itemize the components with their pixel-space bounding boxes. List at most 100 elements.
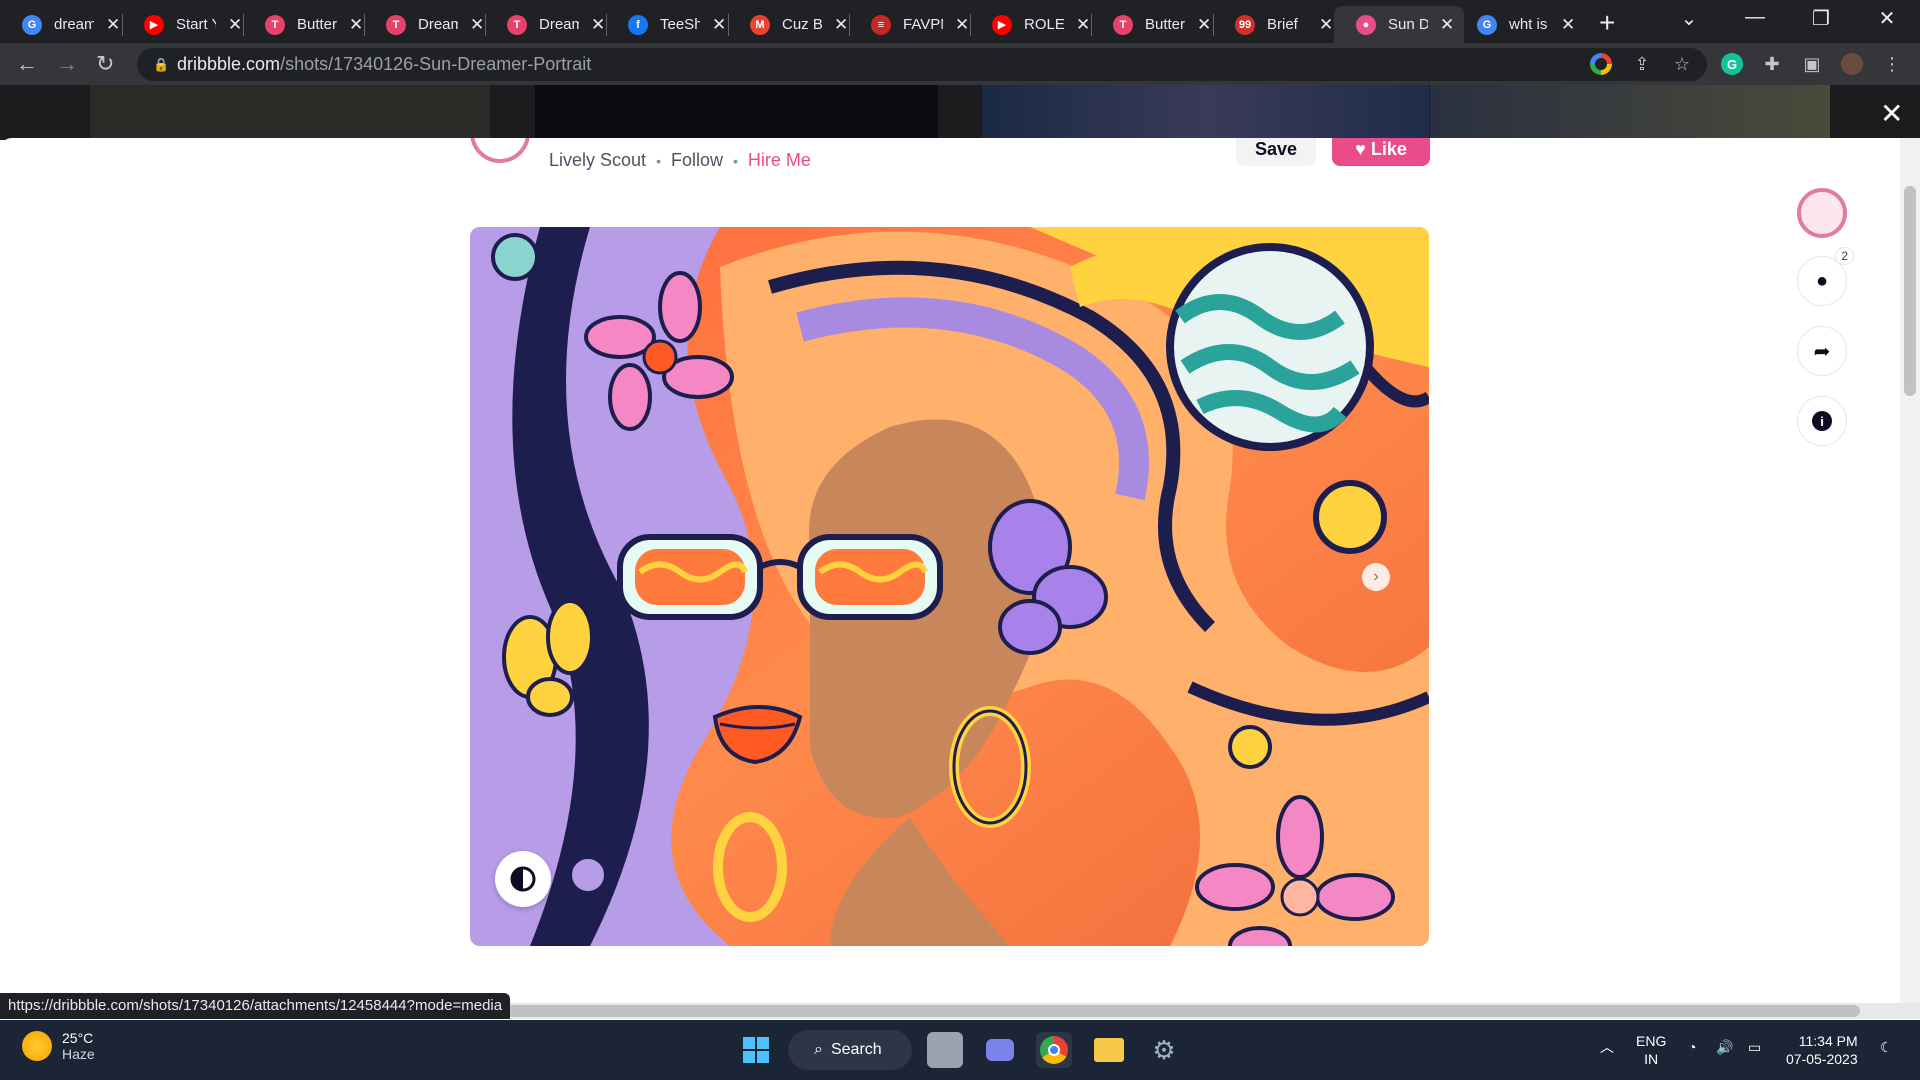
tab-close-icon[interactable]: ✕	[834, 15, 848, 35]
volume-icon[interactable]: 🔊	[1716, 1038, 1733, 1056]
tab-separator	[606, 14, 607, 36]
wifi-icon[interactable]: ◔	[1688, 1038, 1696, 1056]
browser-tab[interactable]: ▶ ROLE ✕	[970, 6, 1100, 43]
tab-separator	[1091, 14, 1092, 36]
settings-gear-icon[interactable]: ⚙	[1146, 1032, 1182, 1068]
comment-bubble-icon: ●	[1815, 269, 1829, 292]
share-icon[interactable]: ⇪	[1631, 53, 1653, 75]
browser-tab[interactable]: ≡ FAVPN ✕	[849, 6, 979, 43]
language-indicator[interactable]: ENG IN	[1636, 1032, 1666, 1068]
back-icon[interactable]: ←	[16, 51, 38, 77]
tab-separator	[1213, 14, 1214, 36]
tab-separator	[849, 14, 850, 36]
taskbar-search[interactable]: ⌕ Search	[788, 1030, 912, 1070]
browser-tab[interactable]: T Dream ✕	[485, 6, 615, 43]
tab-title: Brief	[1267, 16, 1298, 33]
tab-favicon-icon: M	[750, 14, 770, 35]
shot-details-button[interactable]: i	[1797, 396, 1847, 446]
browser-tab[interactable]: T Dream ✕	[364, 6, 494, 43]
file-explorer-icon[interactable]	[1091, 1032, 1127, 1068]
bookmark-star-icon[interactable]: ☆	[1671, 53, 1693, 75]
vertical-scroll-thumb[interactable]	[1904, 186, 1916, 396]
vertical-scrollbar[interactable]	[1900, 138, 1920, 1004]
hire-me-link[interactable]: Hire Me	[748, 150, 811, 171]
side-panel-icon[interactable]: ▣	[1801, 53, 1823, 75]
teams-chat-icon[interactable]	[982, 1032, 1018, 1068]
author-name[interactable]: Lively Scout	[549, 150, 646, 171]
tab-close-icon[interactable]: ✕	[591, 15, 605, 35]
browser-tab[interactable]: Gwht is ✕	[1455, 6, 1585, 43]
tab-separator	[970, 14, 971, 36]
browser-tab-strip: Gdream✕▶Start Y✕TButter✕TDream✕TDream✕fT…	[0, 0, 1920, 43]
share-shot-button[interactable]: ➦	[1797, 326, 1847, 376]
like-button[interactable]: ♥ Like	[1332, 138, 1430, 166]
notifications-icon[interactable]: ☾	[1880, 1038, 1893, 1056]
tab-title: Butter	[1145, 16, 1185, 33]
close-window-icon[interactable]: ✕	[1854, 6, 1920, 31]
contrast-toggle-button[interactable]	[495, 851, 551, 907]
new-tab-button[interactable]: +	[1599, 7, 1615, 39]
task-view-icon[interactable]	[927, 1032, 963, 1068]
browser-tab[interactable]: T Butter ✕	[1091, 6, 1221, 43]
browser-tab[interactable]: ● Sun D ✕	[1334, 6, 1465, 43]
clock[interactable]: 11:34 PM 07-05-2023	[1786, 1032, 1858, 1068]
tab-close-icon[interactable]: ✕	[1561, 15, 1575, 35]
tab-favicon-icon: ●	[1356, 14, 1376, 35]
follow-link[interactable]: Follow	[671, 150, 723, 171]
browser-tab[interactable]: ▶ Start Y ✕	[122, 6, 252, 43]
tab-close-icon[interactable]: ✕	[106, 15, 120, 35]
tab-close-icon[interactable]: ✕	[1197, 15, 1211, 35]
clock-date: 07-05-2023	[1786, 1051, 1858, 1067]
tab-separator	[243, 14, 244, 36]
windows-start-icon[interactable]	[738, 1032, 774, 1068]
tab-close-icon[interactable]: ✕	[228, 15, 242, 35]
tab-close-icon[interactable]: ✕	[1319, 15, 1333, 35]
browser-tab[interactable]: 99 Brief ✕	[1213, 6, 1343, 43]
profile-avatar-icon[interactable]	[1841, 53, 1863, 75]
tab-favicon-icon: f	[628, 14, 648, 35]
page-backdrop	[0, 85, 1920, 140]
browser-tab[interactable]: Gdream ✕	[0, 6, 130, 43]
tab-title: wht is	[1509, 16, 1548, 33]
author-avatar[interactable]	[470, 138, 530, 163]
rail-author-avatar[interactable]	[1797, 188, 1847, 238]
forward-icon[interactable]: →	[56, 51, 78, 77]
weather-temperature: 25°C	[62, 1030, 94, 1046]
tab-close-icon[interactable]: ✕	[1440, 15, 1454, 35]
tab-close-icon[interactable]: ✕	[1076, 15, 1090, 35]
tab-title: ROLE	[1024, 16, 1064, 33]
chrome-menu-icon[interactable]: ⋮	[1881, 53, 1903, 75]
weather-widget[interactable]: 25°C Haze	[22, 1030, 95, 1062]
tab-favicon-icon: T	[1113, 14, 1133, 35]
tab-favicon-icon: T	[265, 14, 285, 35]
next-image-chevron-icon[interactable]: ›	[1362, 563, 1390, 591]
tab-close-icon[interactable]: ✕	[955, 15, 969, 35]
shot-artwork[interactable]: ›	[470, 227, 1429, 946]
tab-close-icon[interactable]: ✕	[470, 15, 484, 35]
share-arrow-icon: ➦	[1813, 340, 1831, 363]
browser-tab[interactable]: M Cuz B ✕	[728, 6, 858, 43]
backdrop-thumbnail	[90, 85, 490, 140]
address-bar[interactable]: 🔒 dribbble.com/shots/17340126-Sun-Dreame…	[137, 48, 1707, 81]
battery-icon[interactable]: ▭	[1748, 1038, 1761, 1056]
haze-weather-icon	[22, 1031, 52, 1061]
extensions-puzzle-icon[interactable]: ✚	[1761, 53, 1783, 75]
show-hidden-icons-chevron[interactable]: ︿	[1600, 1038, 1614, 1056]
comments-button[interactable]: ● 2	[1797, 247, 1854, 306]
comment-count-badge: 2	[1835, 247, 1854, 265]
tab-title: Cuz B	[782, 16, 822, 33]
tab-close-icon[interactable]: ✕	[349, 15, 363, 35]
tab-separator	[728, 14, 729, 36]
close-shot-icon[interactable]: ✕	[1880, 97, 1903, 130]
tab-search-icon[interactable]: ⌄	[1656, 6, 1722, 31]
google-lens-icon[interactable]	[1590, 53, 1612, 75]
save-button[interactable]: Save	[1236, 138, 1316, 166]
minimize-icon[interactable]: —	[1722, 6, 1788, 31]
browser-tab[interactable]: f TeeSh ✕	[606, 6, 736, 43]
browser-tab[interactable]: T Butter ✕	[243, 6, 373, 43]
restore-icon[interactable]: ❐	[1788, 6, 1854, 31]
tab-close-icon[interactable]: ✕	[712, 15, 726, 35]
reload-icon[interactable]: ↻	[96, 51, 114, 77]
chrome-taskbar-icon[interactable]	[1036, 1032, 1072, 1068]
grammarly-icon[interactable]: G	[1721, 53, 1743, 75]
